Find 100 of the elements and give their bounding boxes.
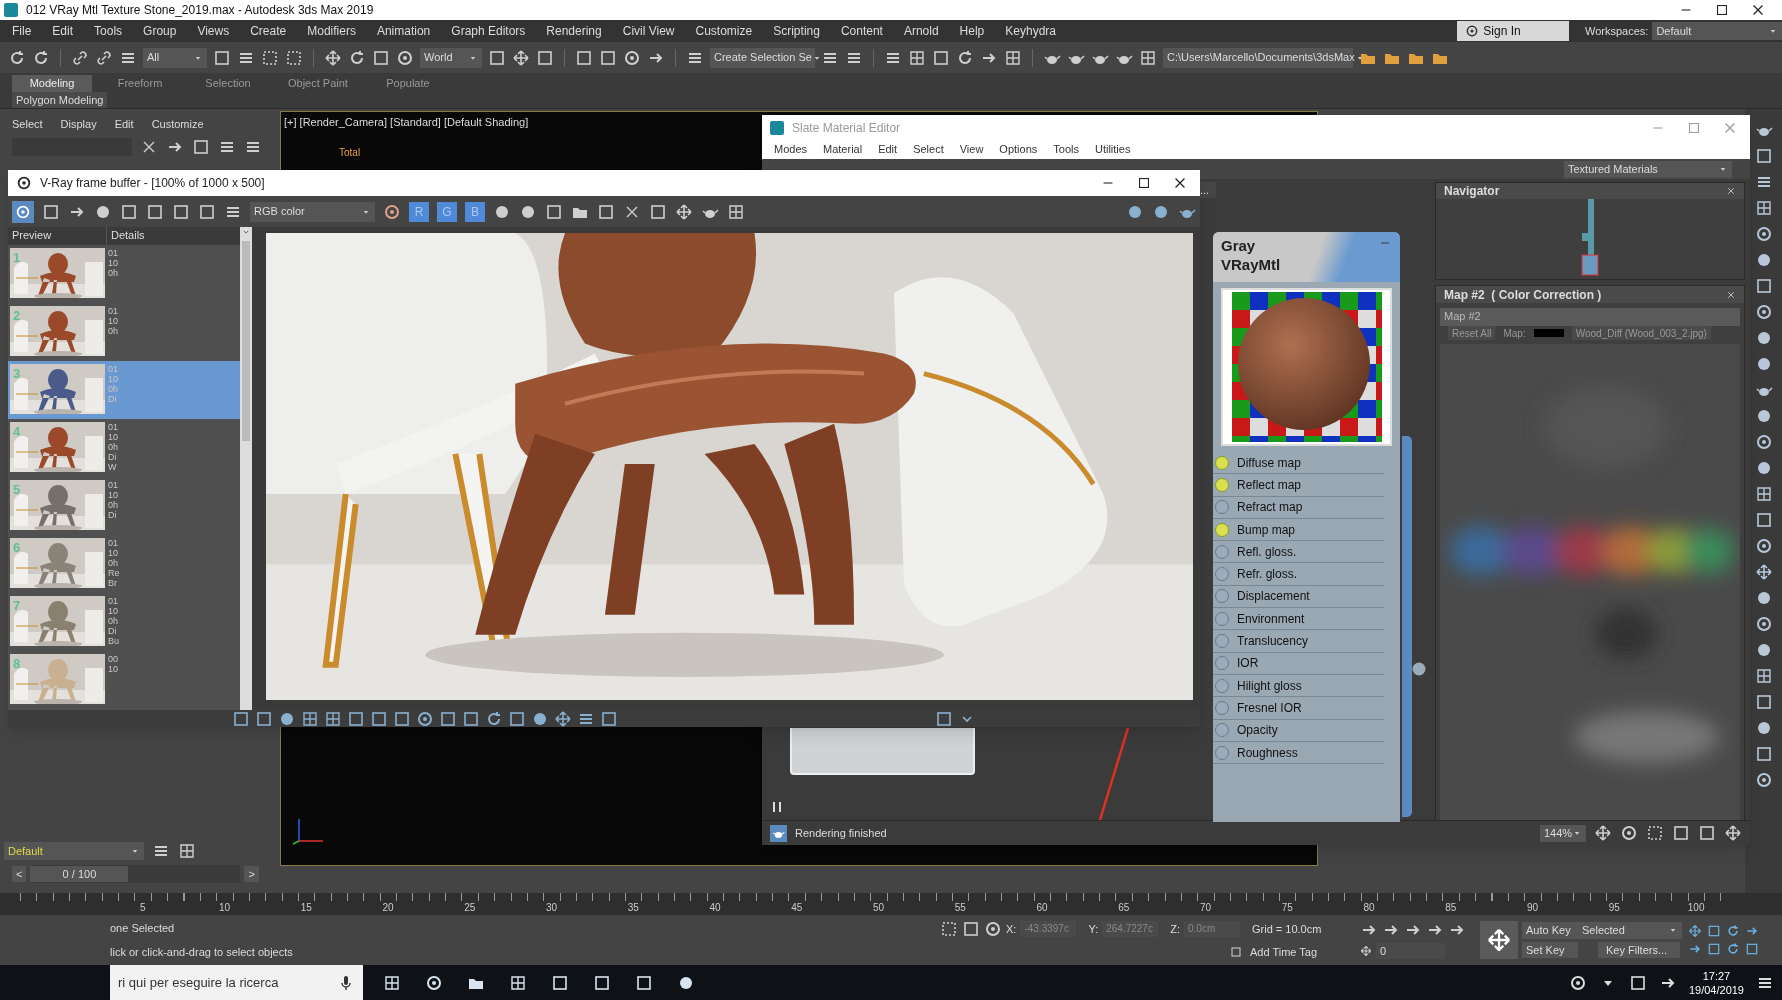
material-node[interactable] [790, 728, 975, 775]
square-icon[interactable] [1754, 147, 1773, 165]
menu-item[interactable]: Content [840, 22, 883, 40]
square-icon[interactable] [962, 919, 980, 938]
square-icon[interactable] [172, 202, 190, 221]
ring-icon[interactable] [1754, 615, 1773, 633]
square-icon[interactable] [1745, 942, 1759, 956]
ribbon-tab[interactable]: Freeform [100, 75, 180, 92]
ring-icon[interactable] [396, 48, 414, 67]
square-icon[interactable] [575, 48, 593, 67]
move-icon[interactable] [675, 202, 693, 221]
dashed-square-icon[interactable] [1646, 824, 1664, 842]
move-icon[interactable] [554, 709, 572, 728]
square-icon[interactable] [232, 709, 250, 728]
square-icon[interactable] [545, 202, 563, 221]
link-icon[interactable] [95, 48, 113, 67]
viewport-label[interactable]: [+] [Render_Camera] [Standard] [Default Shading] [284, 116, 529, 128]
input-socket-icon[interactable] [1215, 544, 1229, 559]
menu-item[interactable]: Keyhydra [1005, 22, 1056, 40]
square-icon[interactable] [146, 202, 164, 221]
time-slider-thumb[interactable]: 0 / 100 [30, 865, 129, 883]
grid-icon[interactable] [1139, 48, 1157, 67]
grid-icon[interactable] [908, 48, 926, 67]
key-filters-button[interactable]: Key Filters... [1598, 941, 1680, 959]
time-slider-track[interactable]: 0 / 100 [30, 865, 241, 883]
previous-frame-button[interactable]: < [12, 865, 27, 883]
key-mode-dropdown[interactable]: Selected [1578, 921, 1682, 939]
maximize-icon[interactable] [1136, 175, 1152, 191]
move-icon[interactable] [1754, 563, 1773, 581]
menu-item[interactable]: File [12, 22, 32, 40]
menu-item[interactable]: Utilities [1094, 141, 1131, 158]
ribbon-tab[interactable]: Populate [367, 75, 448, 92]
ring-icon[interactable] [1754, 225, 1773, 243]
menu-item[interactable]: Group [143, 22, 177, 40]
input-socket-icon[interactable] [1215, 522, 1229, 537]
scrollbar[interactable] [240, 227, 252, 710]
menu-item[interactable]: Arnold [903, 22, 939, 40]
square-icon[interactable] [488, 48, 506, 67]
square-icon[interactable] [1754, 277, 1773, 295]
menu-item[interactable]: Scripting [773, 22, 820, 40]
square-icon[interactable] [372, 48, 390, 67]
ring-icon[interactable] [16, 175, 32, 191]
rotate-icon[interactable] [348, 48, 366, 67]
rotate-icon[interactable] [485, 709, 503, 728]
input-socket-icon[interactable] [1215, 500, 1229, 515]
square-icon[interactable] [198, 202, 216, 221]
input-socket-icon[interactable] [1215, 723, 1229, 738]
column-header[interactable]: Preview [8, 227, 106, 245]
square-icon[interactable] [551, 973, 569, 992]
current-frame-field[interactable]: 0 [1376, 942, 1446, 960]
menu-item[interactable]: Civil View [622, 22, 675, 40]
scene-explorer-menu-item[interactable]: Edit [114, 115, 134, 133]
ring-icon[interactable] [623, 48, 641, 67]
layer-dropdown[interactable]: Default [4, 842, 144, 860]
ring-icon[interactable] [1620, 824, 1638, 842]
view-tab[interactable]: ... [1200, 182, 1216, 198]
grid-icon[interactable] [1004, 48, 1022, 67]
square-icon[interactable] [599, 48, 617, 67]
menu-item[interactable]: Customize [695, 22, 753, 40]
square-icon[interactable] [932, 48, 950, 67]
menu-item[interactable]: Tools [94, 22, 123, 40]
menu-item[interactable]: Edit [878, 141, 898, 158]
input-socket-icon[interactable] [1215, 567, 1229, 582]
grid-icon[interactable] [727, 202, 745, 221]
square-icon[interactable] [1754, 745, 1773, 763]
ring-icon[interactable] [1754, 771, 1773, 789]
input-socket-icon[interactable] [1215, 634, 1229, 648]
input-socket-icon[interactable] [1215, 455, 1229, 470]
selection-filter-dropdown[interactable]: All [143, 47, 207, 68]
zoom-dropdown[interactable]: 144% [1540, 824, 1586, 842]
ring-icon[interactable] [984, 919, 1002, 938]
menu-item[interactable]: Views [197, 22, 230, 40]
link-icon[interactable] [71, 48, 89, 67]
input-socket-icon[interactable] [1215, 611, 1229, 626]
square-icon[interactable] [1707, 924, 1721, 938]
input-socket-icon[interactable] [1215, 656, 1229, 671]
square-icon[interactable] [1707, 942, 1721, 956]
menu-item[interactable]: Select [913, 141, 944, 158]
set-key-mode-button[interactable] [1480, 921, 1518, 959]
ring-icon[interactable] [1754, 303, 1773, 321]
menu-item[interactable]: Rendering [546, 22, 602, 40]
set-key-button[interactable]: Set Key [1522, 941, 1578, 958]
grid-icon[interactable] [509, 973, 527, 992]
menu-item[interactable]: Material [823, 141, 863, 158]
input-socket-icon[interactable] [1215, 700, 1229, 715]
rotate-icon[interactable] [1726, 924, 1740, 938]
square-icon[interactable] [1230, 946, 1242, 958]
workspace-dropdown[interactable]: Default [1652, 22, 1782, 40]
ring-icon[interactable] [1568, 973, 1587, 992]
square-icon[interactable] [600, 709, 618, 728]
grid-icon[interactable] [324, 709, 342, 728]
square-icon[interactable] [1672, 824, 1690, 842]
menu-item[interactable]: Modifiers [307, 22, 356, 40]
grid-icon[interactable] [178, 842, 196, 860]
square-icon[interactable] [192, 138, 210, 156]
move-icon[interactable] [324, 48, 342, 67]
ring-icon[interactable] [1754, 537, 1773, 555]
square-icon[interactable] [1628, 973, 1647, 992]
input-socket-icon[interactable] [1215, 678, 1229, 693]
grid-icon[interactable] [301, 709, 319, 728]
